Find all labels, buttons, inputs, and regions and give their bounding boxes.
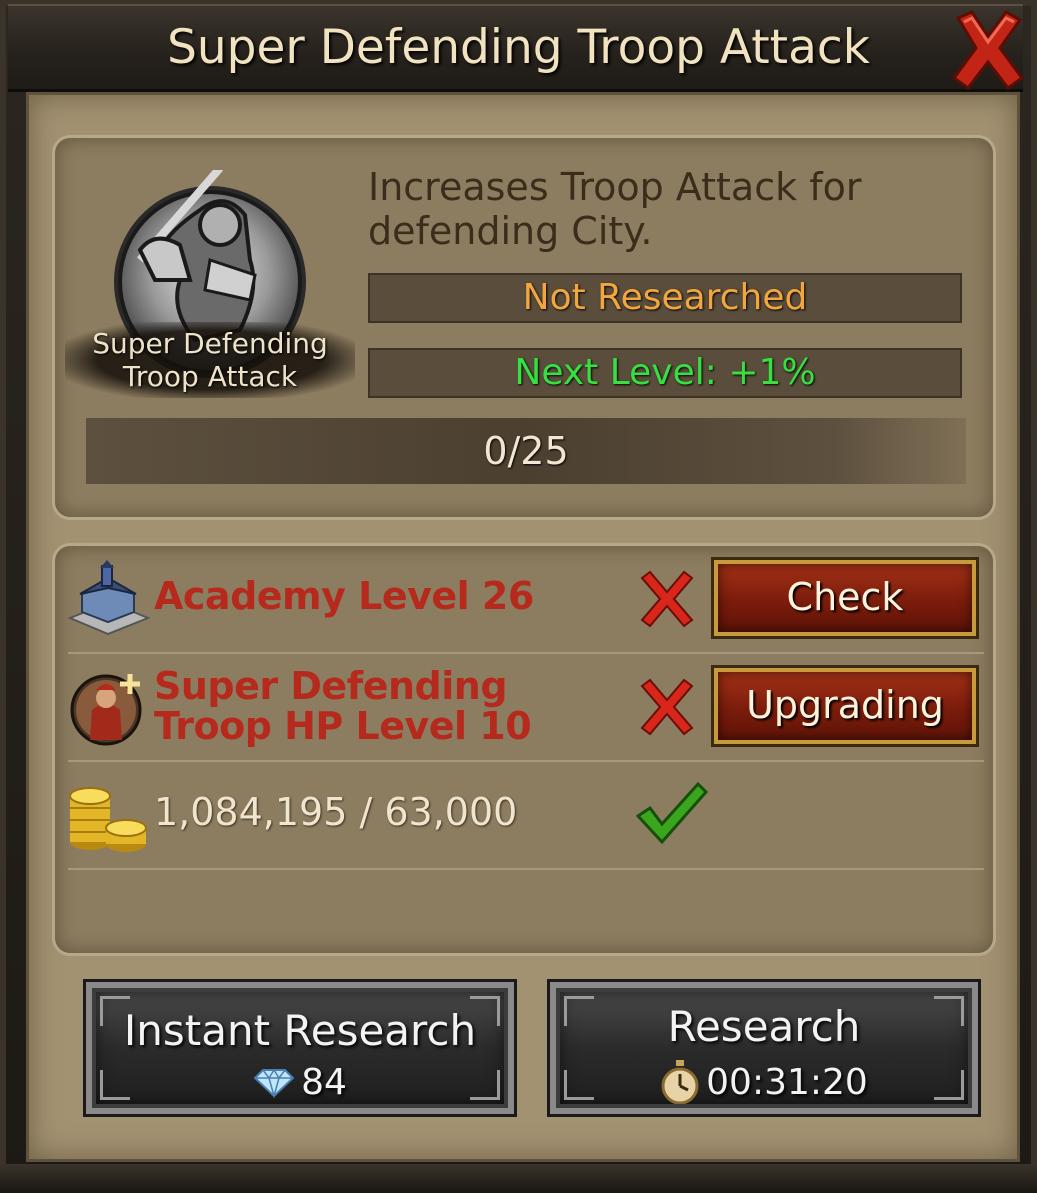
- instant-research-label: Instant Research: [123, 1006, 477, 1055]
- research-time-value: 00:31:20: [706, 1061, 868, 1103]
- requirement-unmet-icon: [636, 568, 698, 630]
- progress-text: 0/25: [483, 429, 569, 473]
- research-status: Not Researched: [368, 273, 962, 323]
- gold-coins-icon: [68, 776, 150, 858]
- footer-ornament: [0, 1164, 1037, 1193]
- research-button[interactable]: Research 00:31:20: [550, 982, 978, 1114]
- requirement-row: Academy Level 26 Check: [67, 546, 984, 654]
- research-description: Increases Troop Attack for defending Cit…: [368, 165, 862, 253]
- troop-hp-icon: [68, 668, 150, 750]
- upgrading-button[interactable]: Upgrading: [714, 668, 976, 744]
- research-label: Research: [667, 1002, 861, 1051]
- level-progress-bar: 0/25: [86, 418, 966, 484]
- emblem-label: Super Defending Troop Attack: [65, 322, 355, 398]
- check-button[interactable]: Check: [714, 560, 976, 636]
- next-level-bonus: Next Level: +1%: [368, 348, 962, 398]
- instant-cost: 84: [92, 1062, 508, 1103]
- stopwatch-icon: [661, 1060, 699, 1104]
- research-duration: 00:31:20: [556, 1060, 972, 1104]
- requirement-row: 1,084,195 / 63,000: [68, 762, 984, 870]
- requirement-met-icon: [635, 781, 709, 845]
- requirement-label: Academy Level 26: [154, 574, 534, 618]
- requirement-row: Super Defending Troop HP Level 10 Upgrad…: [68, 654, 984, 762]
- requirement-label: Super Defending Troop HP Level 10: [154, 664, 532, 748]
- diamond-icon: [253, 1068, 295, 1098]
- diamond-cost-value: 84: [301, 1062, 347, 1103]
- close-button[interactable]: [950, 8, 1026, 91]
- academy-building-icon: [67, 560, 151, 642]
- requirement-unmet-icon: [636, 676, 698, 738]
- dialog-title: Super Defending Troop Attack: [167, 20, 870, 75]
- close-icon: [951, 10, 1025, 91]
- gold-amount: 1,084,195 / 63,000: [154, 790, 518, 834]
- instant-research-button[interactable]: Instant Research 84: [86, 982, 514, 1114]
